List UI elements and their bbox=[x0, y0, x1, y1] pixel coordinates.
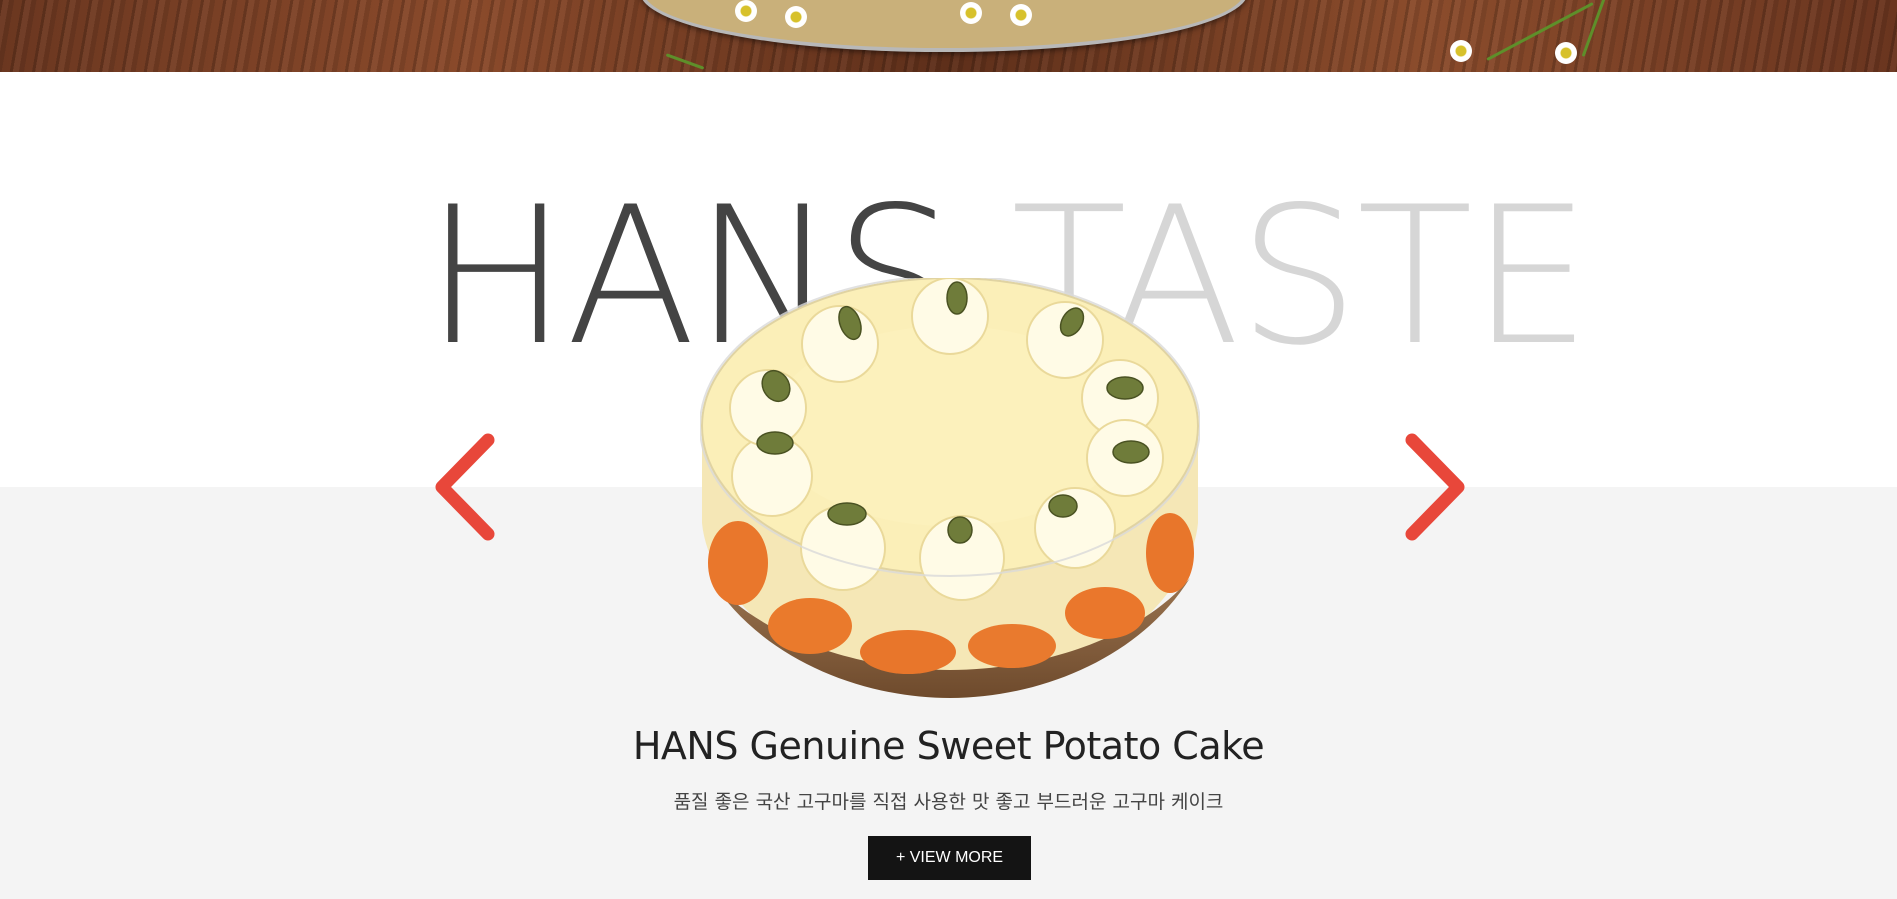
chevron-right-icon[interactable] bbox=[1398, 430, 1468, 545]
cake-plate-decoration bbox=[640, 0, 1248, 52]
stem-decoration bbox=[1486, 2, 1594, 61]
stem-decoration bbox=[665, 53, 705, 70]
view-more-button[interactable]: + VIEW MORE bbox=[868, 836, 1031, 880]
flower-decoration bbox=[1450, 40, 1472, 62]
flower-decoration bbox=[960, 2, 982, 24]
product-title: HANS Genuine Sweet Potato Cake bbox=[632, 724, 1265, 768]
flower-decoration bbox=[1555, 42, 1577, 64]
flower-decoration bbox=[785, 6, 807, 28]
flower-decoration bbox=[735, 0, 757, 22]
chevron-left-icon[interactable] bbox=[432, 430, 502, 545]
hero-banner-image bbox=[0, 0, 1897, 72]
flower-decoration bbox=[1010, 4, 1032, 26]
product-description: 품질 좋은 국산 고구마를 직접 사용한 맛 좋고 부드러운 고구마 케이크 bbox=[673, 791, 1224, 813]
cake-image bbox=[700, 278, 1200, 698]
